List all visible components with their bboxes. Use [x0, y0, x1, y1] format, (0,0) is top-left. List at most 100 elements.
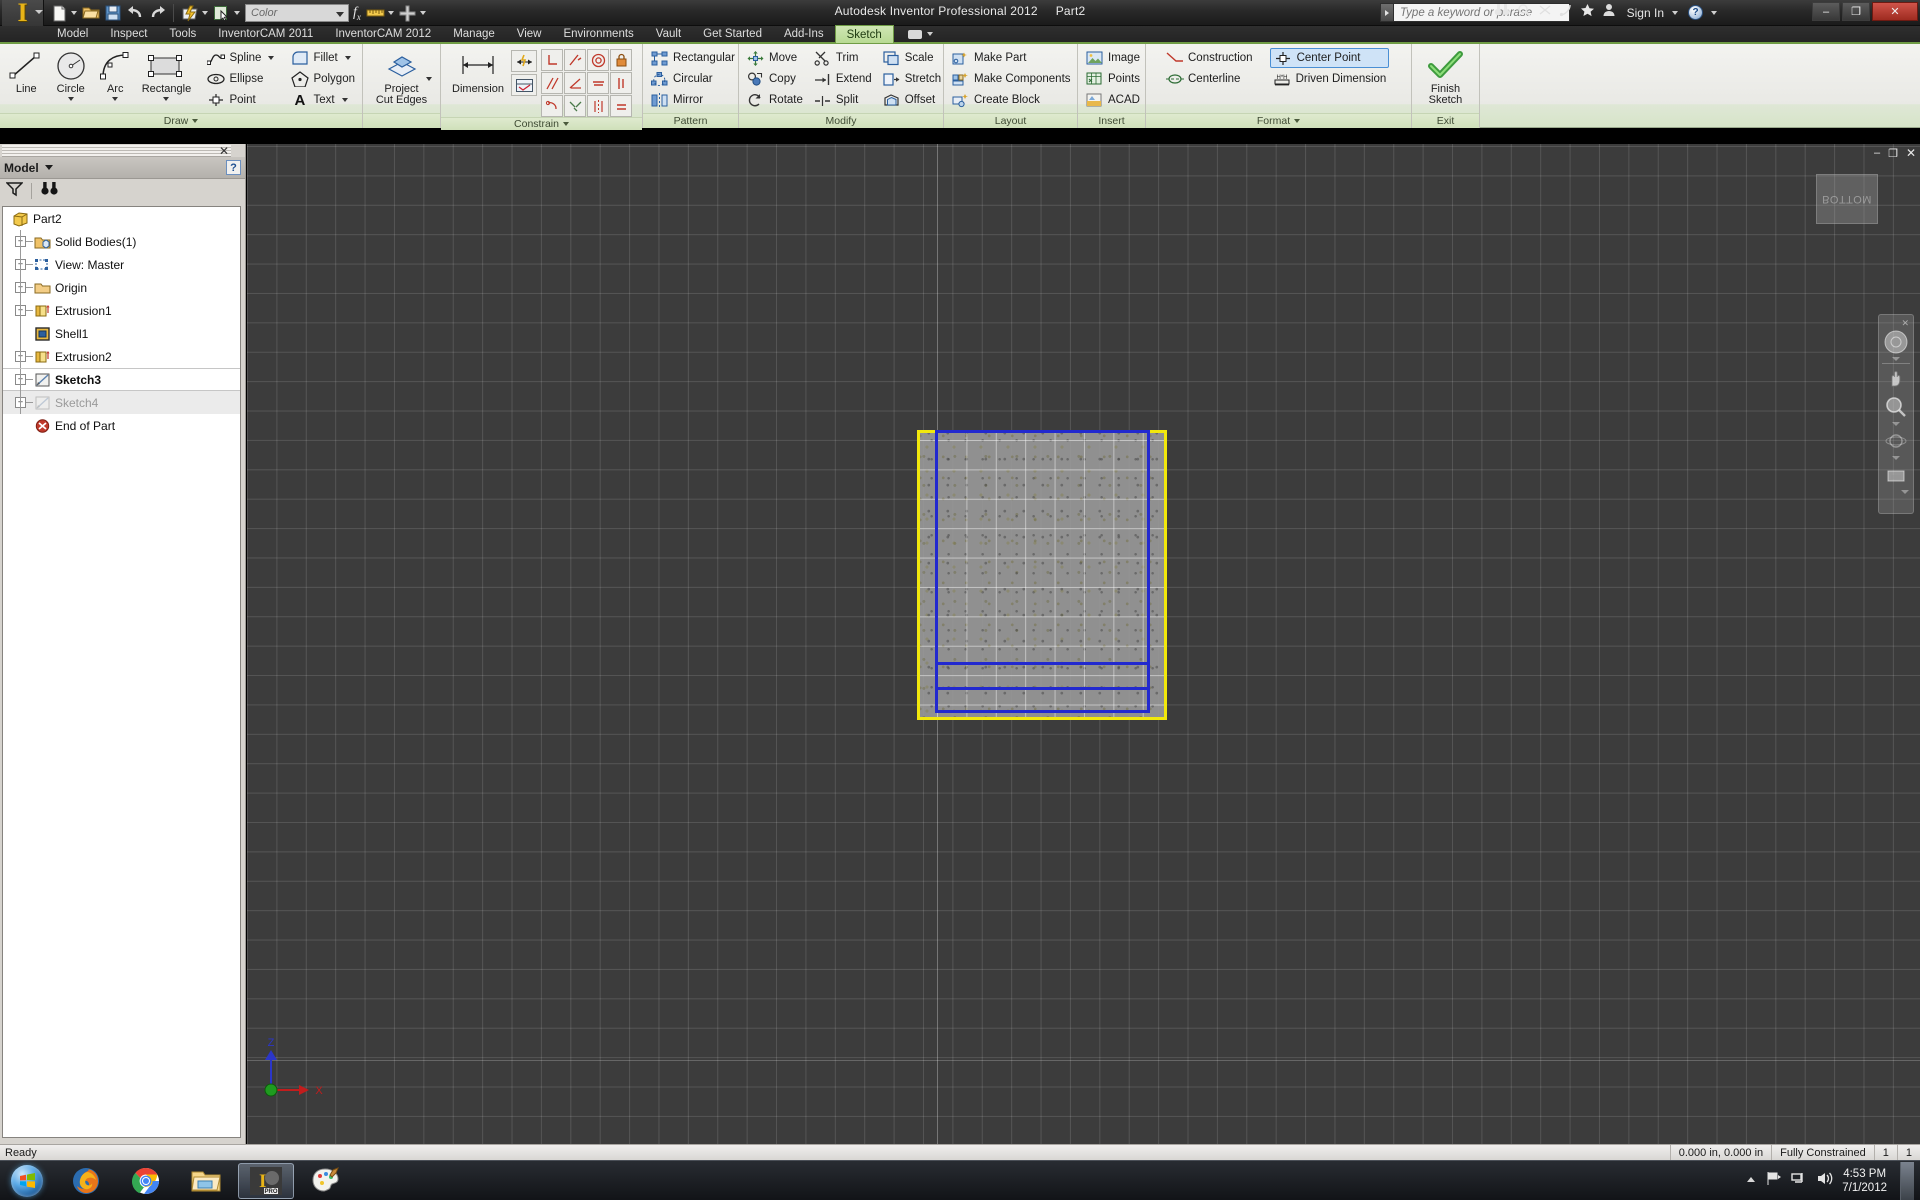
fix-constraint-button[interactable] [610, 49, 632, 71]
concentric-constraint-button[interactable] [587, 49, 609, 71]
taskbar-firefox[interactable] [58, 1163, 114, 1199]
text-button[interactable]: A Text [287, 90, 358, 110]
move-button[interactable]: Move [743, 48, 806, 68]
action-center-flag-icon[interactable] [1766, 1171, 1782, 1191]
measure-button[interactable] [365, 3, 387, 23]
restore-button[interactable]: ❐ [1842, 2, 1870, 21]
search-magnifier-icon[interactable] [1517, 3, 1531, 22]
browser-drag-handle[interactable]: ✕ [2, 145, 231, 157]
make-part-button[interactable]: Make Part [948, 48, 1074, 68]
graphics-viewport[interactable]: – ❐ ✕ BOTTOM ✕ Z X [247, 144, 1920, 1144]
tab-inventorcam-2012[interactable]: InventorCAM 2012 [324, 25, 442, 43]
tree-node-shell1[interactable]: Shell1 [3, 322, 240, 345]
rectangle-button[interactable]: Rectangle [137, 47, 195, 101]
acad-button[interactable]: ACAD [1082, 90, 1143, 110]
perpendicular-constraint-button[interactable] [541, 49, 563, 71]
tangent-constraint-button[interactable] [564, 72, 586, 94]
color-style-combobox[interactable]: Color [245, 4, 349, 22]
steering-wheel-icon[interactable] [1881, 329, 1911, 355]
create-block-button[interactable]: Create Block [948, 90, 1074, 110]
coincident-constraint-button[interactable] [541, 95, 563, 117]
show-desktop-button[interactable] [1900, 1161, 1914, 1200]
favorites-star-icon[interactable] [1580, 3, 1595, 22]
spline-button[interactable]: Spline [203, 48, 277, 68]
show-constraints-button[interactable] [511, 74, 537, 96]
parameters-icon[interactable]: fx [353, 5, 361, 22]
add-to-qat-button[interactable] [397, 3, 419, 23]
split-button[interactable]: Split [810, 90, 875, 110]
navbar-close-icon[interactable]: ✕ [1901, 319, 1909, 328]
scale-button[interactable]: Scale [879, 48, 944, 68]
chevron-down-icon[interactable] [341, 98, 348, 102]
tree-node-solid-bodies[interactable]: + Solid Bodies(1) [3, 230, 240, 253]
help-icon[interactable]: ? [1688, 5, 1703, 20]
copy-button[interactable]: Copy [743, 69, 806, 89]
tab-vault[interactable]: Vault [645, 25, 692, 43]
chevron-down-icon[interactable] [44, 165, 53, 170]
tree-node-sketch4[interactable]: + Sketch4 [3, 391, 240, 414]
mirror-button[interactable]: Mirror [647, 90, 738, 110]
arc-button[interactable]: Arc [93, 47, 137, 101]
tab-inventorcam-2011[interactable]: InventorCAM 2011 [207, 25, 324, 43]
circular-pattern-button[interactable]: Circular [647, 69, 738, 89]
view-cube[interactable]: BOTTOM [1816, 174, 1878, 224]
tab-manage[interactable]: Manage [442, 25, 506, 43]
circle-button[interactable]: Circle [48, 47, 92, 101]
binoculars-icon[interactable] [1494, 3, 1510, 22]
open-document-button[interactable] [80, 3, 102, 23]
navigation-bar[interactable]: ✕ [1878, 314, 1914, 514]
image-button[interactable]: Image [1082, 48, 1143, 68]
update-dropdown-icon[interactable] [202, 11, 208, 15]
points-button[interactable]: Points [1082, 69, 1143, 89]
redo-button[interactable] [146, 3, 168, 23]
chevron-down-icon[interactable] [163, 97, 170, 101]
pan-icon[interactable] [1881, 366, 1911, 392]
ribbon-display-options[interactable] [907, 29, 936, 39]
measure-dropdown-icon[interactable] [387, 11, 394, 15]
minimize-button[interactable]: – [1812, 2, 1840, 21]
save-document-button[interactable] [102, 3, 124, 23]
sign-in-button[interactable]: Sign In [1627, 6, 1664, 20]
find-icon[interactable] [40, 181, 59, 201]
parallel-lines-constraint-button[interactable] [541, 72, 563, 94]
tab-view[interactable]: View [506, 25, 553, 43]
volume-icon[interactable] [1816, 1171, 1833, 1191]
dimension-button[interactable]: Dimension [445, 47, 511, 95]
offset-button[interactable]: Offset [879, 90, 944, 110]
ellipse-button[interactable]: Ellipse [203, 69, 277, 89]
stretch-button[interactable]: Stretch [879, 69, 944, 89]
orbit-icon[interactable] [1881, 428, 1911, 454]
steering-wheel-dropdown-icon[interactable] [1892, 357, 1900, 361]
satellite-icon[interactable] [1559, 3, 1573, 22]
chevron-down-icon[interactable] [268, 56, 275, 60]
tab-get-started[interactable]: Get Started [692, 25, 773, 43]
doc-minimize-button[interactable]: – [1874, 147, 1880, 159]
tab-model[interactable]: Model [46, 25, 99, 43]
centerline-button[interactable]: Centerline [1162, 69, 1256, 89]
rotate-button[interactable]: Rotate [743, 90, 806, 110]
taskbar-explorer[interactable] [178, 1163, 234, 1199]
chevron-down-icon[interactable] [344, 56, 351, 60]
new-document-button[interactable] [48, 3, 70, 23]
make-components-button[interactable]: Make Components [948, 69, 1074, 89]
parallel-constraint-button[interactable] [564, 49, 586, 71]
network-icon[interactable] [1791, 1171, 1807, 1191]
sketch-rectangle-outline[interactable] [935, 430, 1150, 713]
help-dropdown-icon[interactable] [1711, 10, 1717, 15]
exchange-apps-icon[interactable] [1538, 3, 1552, 22]
point-button[interactable]: Point [203, 90, 277, 110]
trim-button[interactable]: Trim [810, 48, 875, 68]
panel-title-draw[interactable]: Draw [0, 113, 362, 128]
tree-node-extrusion1[interactable]: + Extrusion1 [3, 299, 240, 322]
tree-node-part2[interactable]: Part2 [3, 207, 240, 230]
start-button[interactable] [0, 1162, 54, 1200]
filter-icon[interactable] [5, 181, 24, 202]
taskbar-clock[interactable]: 4:53 PM 7/1/2012 [1842, 1167, 1887, 1195]
select-button[interactable] [211, 3, 233, 23]
sketch-line-horizontal-2[interactable] [936, 687, 1149, 690]
driven-dimension-button[interactable]: H*H Driven Dimension [1270, 69, 1390, 89]
tree-node-extrusion2[interactable]: + Extrusion2 [3, 345, 240, 368]
equal-constraint-button[interactable] [610, 95, 632, 117]
polygon-button[interactable]: Polygon [287, 69, 358, 89]
rectangular-pattern-button[interactable]: Rectangular [647, 48, 738, 68]
